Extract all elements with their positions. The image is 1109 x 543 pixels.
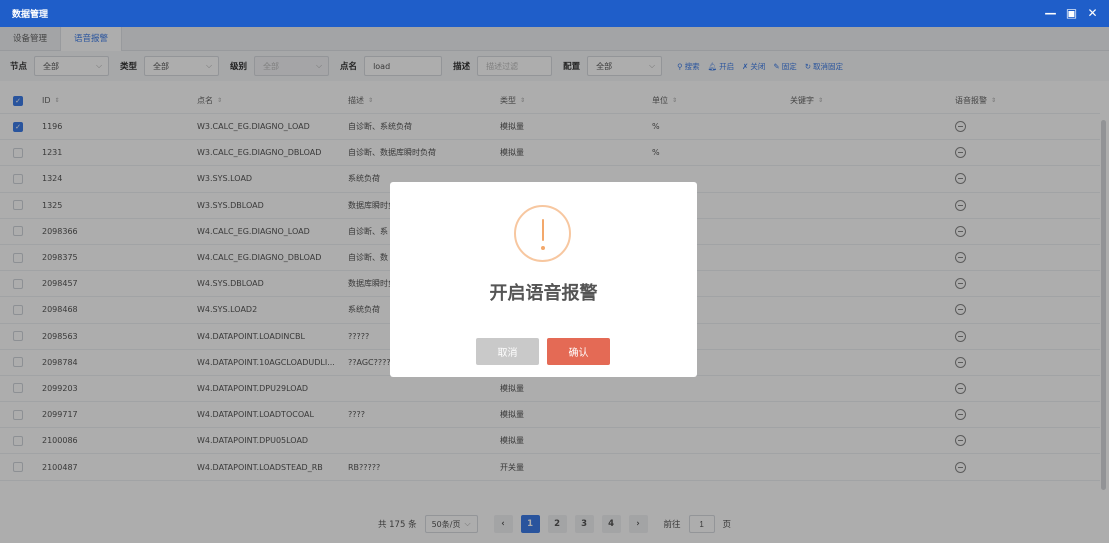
dialog-title: 开启语音报警 — [489, 283, 598, 304]
window-controls: — ▣ ✕ — [1044, 6, 1099, 20]
window-titlebar: 数据管理 — ▣ ✕ — [0, 0, 1109, 27]
cancel-button[interactable]: 取消 — [476, 338, 539, 365]
warning-icon — [514, 205, 571, 262]
close-icon[interactable]: ✕ — [1086, 6, 1099, 20]
maximize-icon[interactable]: ▣ — [1065, 6, 1078, 20]
confirm-dialog: 开启语音报警 取消 确认 — [390, 182, 697, 377]
minimize-icon[interactable]: — — [1044, 6, 1057, 20]
confirm-button[interactable]: 确认 — [547, 338, 610, 365]
window-title: 数据管理 — [12, 10, 49, 20]
